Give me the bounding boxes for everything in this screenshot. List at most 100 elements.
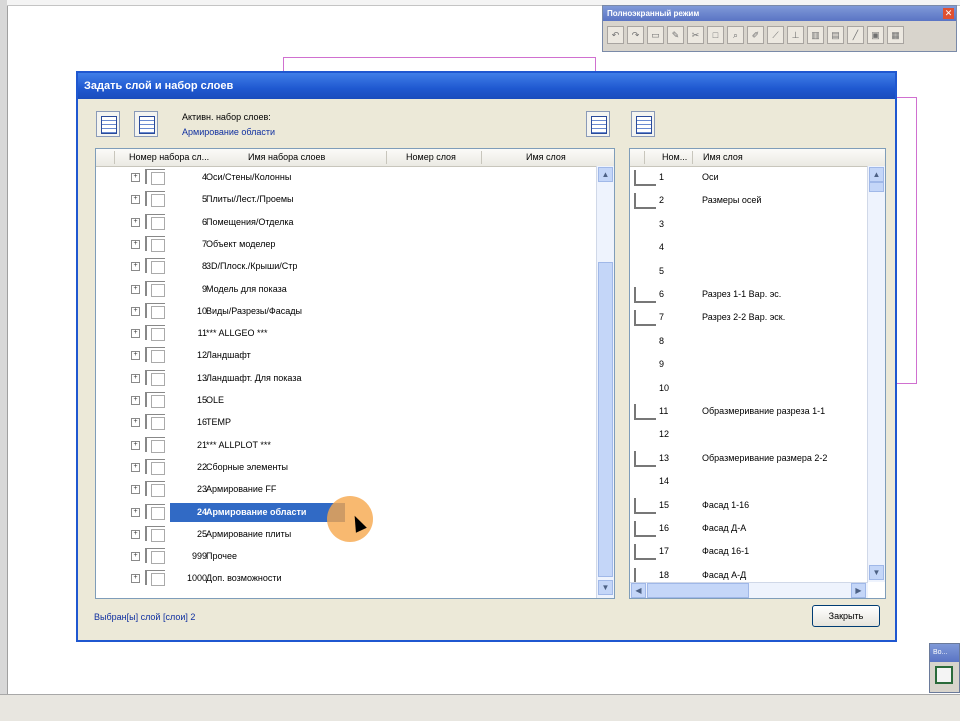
header-set-name[interactable]: Имя набора слоев <box>248 149 325 166</box>
layer-row[interactable]: 2 Размеры осей <box>630 189 868 212</box>
expand-icon[interactable]: + <box>131 485 140 495</box>
layer-row[interactable]: 3 <box>630 213 868 236</box>
layer-row[interactable]: 14 <box>630 470 868 493</box>
expand-icon[interactable]: + <box>131 462 140 472</box>
layer-set-row[interactable]: +5 Плиты/Лест./Проемы <box>96 188 597 210</box>
layer-row[interactable]: 7 Разрез 2-2 Вар. эск. <box>630 306 868 329</box>
scroll-down-icon[interactable]: ▼ <box>869 565 884 580</box>
scroll-thumb[interactable] <box>869 182 884 192</box>
scroll-right-icon[interactable]: ▶ <box>851 583 866 598</box>
line-icon[interactable]: ╱ <box>847 26 864 44</box>
scroll-left-icon[interactable]: ◀ <box>631 583 646 598</box>
expand-icon[interactable]: + <box>131 529 140 539</box>
layer-row[interactable]: 11 Образмеривание разреза 1-1 <box>630 400 868 423</box>
window-icon[interactable]: ▣ <box>867 26 884 44</box>
expand-icon[interactable]: + <box>131 217 140 227</box>
layer-set-row[interactable]: +10 Виды/Разрезы/Фасады <box>96 300 597 322</box>
layer-row[interactable]: 18 Фасад А-Д <box>630 564 868 583</box>
layer-set-row[interactable]: +15 OLE <box>96 389 597 411</box>
scroll-up-icon[interactable]: ▲ <box>598 167 613 182</box>
scroll-thumb[interactable] <box>598 262 613 577</box>
header-layer-name-right[interactable]: Имя слоя <box>703 149 743 166</box>
edit-icon[interactable]: ✐ <box>747 26 764 44</box>
building-icon[interactable]: ▥ <box>807 26 824 44</box>
layer-row[interactable]: 1 Оси <box>630 166 868 189</box>
header-number[interactable]: Ном... <box>662 149 687 166</box>
expand-icon[interactable]: + <box>131 507 140 517</box>
layer-set-row[interactable]: +21 *** ALLPLOT *** <box>96 434 597 456</box>
expand-icon[interactable]: + <box>131 306 140 316</box>
layer-visibility-icon[interactable] <box>634 193 656 210</box>
expand-icon[interactable]: + <box>131 418 140 428</box>
header-layer-name[interactable]: Имя слоя <box>526 149 566 166</box>
close-button[interactable]: Закрыть <box>812 605 880 627</box>
edit-layer-set-button[interactable] <box>134 111 158 137</box>
layers-vscroll[interactable]: ▲ ▼ <box>867 166 885 582</box>
header-set-number[interactable]: Номер набора сл... <box>129 149 209 166</box>
zoom-icon[interactable]: ⌕ <box>727 26 744 44</box>
expand-icon[interactable]: + <box>131 574 140 584</box>
expand-icon[interactable]: + <box>131 552 140 562</box>
layer-visibility-icon[interactable] <box>634 310 656 327</box>
panel-icon[interactable]: ▦ <box>887 26 904 44</box>
layer-visibility-icon[interactable] <box>634 450 656 467</box>
scroll-thumb[interactable] <box>647 583 749 598</box>
layer-set-row[interactable]: +8 3D/Плоск./Крыши/Стр <box>96 255 597 277</box>
layer-row[interactable]: 10 <box>630 377 868 400</box>
brush-icon[interactable]: ⟋ <box>767 26 784 44</box>
layer-visibility-icon[interactable] <box>634 404 656 420</box>
expand-icon[interactable]: + <box>131 284 140 294</box>
layer-row[interactable]: 17 Фасад 16-1 <box>630 540 868 563</box>
layer-set-row[interactable]: +22 Сборные элементы <box>96 456 597 478</box>
layer-set-row[interactable]: +999 Прочее <box>96 545 597 567</box>
layers-icon[interactable]: ▤ <box>827 26 844 44</box>
layer-row[interactable]: 8 <box>630 330 868 353</box>
square-icon[interactable] <box>935 666 953 684</box>
layer-visibility-icon[interactable] <box>634 544 656 561</box>
expand-icon[interactable]: + <box>131 195 140 205</box>
layer-row[interactable]: 9 <box>630 353 868 376</box>
layer-set-row[interactable]: +16 TEMP <box>96 411 597 433</box>
layer-set-row[interactable]: +4 Оси/Стены/Колонны <box>96 166 597 188</box>
layer-set-row[interactable]: +11 *** ALLGEO *** <box>96 322 597 344</box>
undo-icon[interactable]: ↶ <box>607 26 624 44</box>
layer-set-row[interactable]: +9 Модель для показа <box>96 278 597 300</box>
redo-icon[interactable]: ↷ <box>627 26 644 44</box>
header-layer-number[interactable]: Номер слоя <box>406 149 456 166</box>
scissors-icon[interactable]: ✂ <box>687 26 704 44</box>
layer-visibility-icon[interactable] <box>634 287 656 303</box>
pencil-icon[interactable]: ✎ <box>667 26 684 44</box>
layer-row[interactable]: 16 Фасад Д-А <box>630 517 868 540</box>
layer-row[interactable]: 15 Фасад 1-16 <box>630 494 868 517</box>
layer-row[interactable]: 4 <box>630 236 868 259</box>
layer-set-row[interactable]: +13 Ландшафт. Для показа <box>96 367 597 389</box>
layer-sets-scrollbar[interactable]: ▲ ▼ <box>596 166 614 598</box>
new-layer-set-button[interactable] <box>96 111 120 137</box>
assign-layer-button[interactable] <box>586 111 610 137</box>
layer-row[interactable]: 6 Разрез 1-1 Вар. эс. <box>630 283 868 306</box>
layers-hscroll[interactable]: ◀ ▶ <box>630 582 868 598</box>
expand-icon[interactable]: + <box>131 396 140 405</box>
layer-visibility-icon[interactable] <box>634 170 656 186</box>
expand-icon[interactable]: + <box>131 373 140 383</box>
close-icon[interactable]: ✕ <box>943 8 954 19</box>
layer-set-row[interactable]: +1000 Доп. возможности <box>96 567 597 589</box>
layer-set-row[interactable]: +12 Ландшафт <box>96 344 597 366</box>
layer-visibility-icon[interactable] <box>634 497 656 514</box>
measure-icon[interactable]: ⊥ <box>787 26 804 44</box>
expand-icon[interactable]: + <box>131 262 140 272</box>
layer-row[interactable]: 12 <box>630 423 868 446</box>
scroll-up-icon[interactable]: ▲ <box>869 167 884 182</box>
layer-set-row[interactable]: +7 Объект моделер <box>96 233 597 255</box>
expand-icon[interactable]: + <box>131 351 140 361</box>
layer-row[interactable]: 13 Образмеривание размера 2-2 <box>630 447 868 470</box>
open-icon[interactable]: ▭ <box>647 26 664 44</box>
expand-icon[interactable]: + <box>131 440 140 450</box>
expand-icon[interactable]: + <box>131 239 140 249</box>
expand-icon[interactable]: + <box>131 173 140 182</box>
remove-layer-button[interactable] <box>631 111 655 137</box>
layer-visibility-icon[interactable] <box>634 521 656 537</box>
expand-icon[interactable]: + <box>131 329 140 339</box>
layer-set-row[interactable]: +6 Помещения/Отделка <box>96 211 597 233</box>
scroll-down-icon[interactable]: ▼ <box>598 580 613 595</box>
